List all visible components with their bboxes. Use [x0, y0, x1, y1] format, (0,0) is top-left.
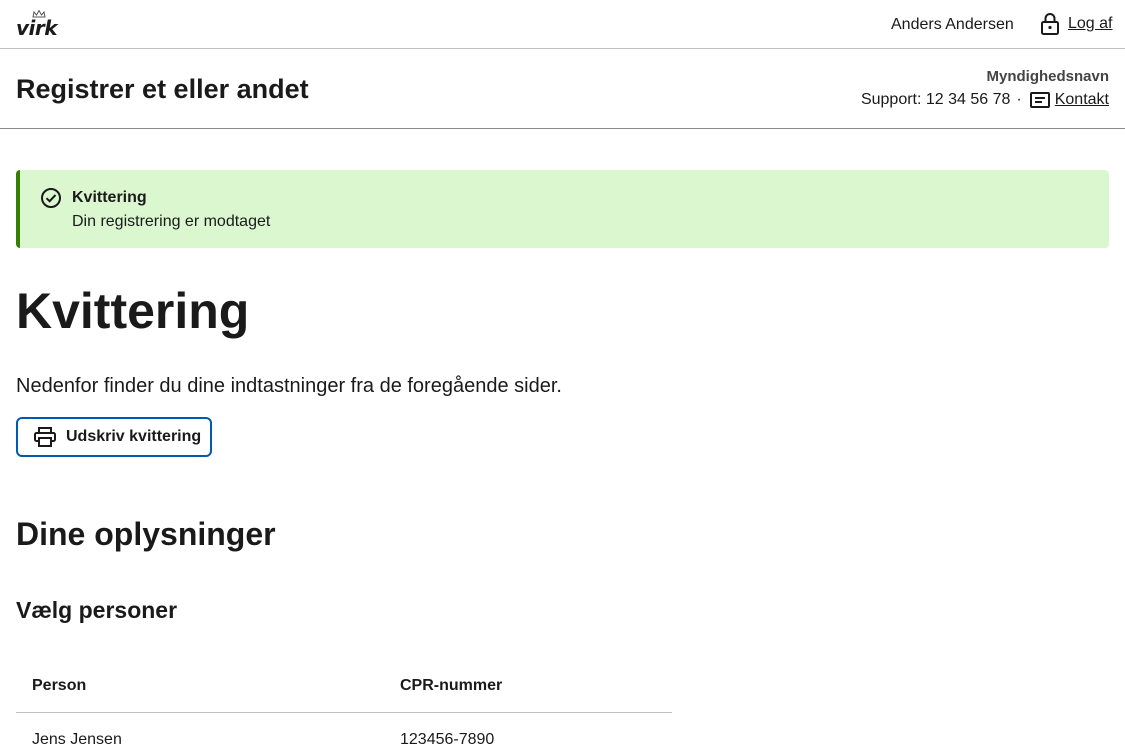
page-title: Kvittering: [16, 283, 250, 339]
support-separator: ·: [1016, 91, 1022, 108]
person-name-cell: Jens Jensen: [32, 731, 122, 745]
intro-text: Nedenfor finder du dine indtastninger fr…: [16, 375, 562, 397]
authority-name: Myndighedsnavn: [986, 68, 1109, 85]
printer-icon: [34, 427, 56, 447]
column-header-person: Person: [16, 660, 384, 713]
cpr-number-cell: 123456-7890: [400, 731, 495, 745]
check-circle-icon: [41, 188, 61, 208]
contact-icon: [1029, 92, 1050, 108]
contact-link[interactable]: Kontakt: [1055, 90, 1109, 110]
virk-logo[interactable]: virk: [16, 10, 58, 40]
logo-text: virk: [16, 16, 58, 40]
service-header: Registrer et eller andet Myndighedsnavn …: [0, 49, 1125, 129]
user-name: Anders Andersen: [891, 16, 1014, 33]
subsection-heading: Vælg personer: [16, 597, 178, 623]
support-info: Support: 12 34 56 78 · Kontakt: [861, 90, 1109, 110]
alert-title: Kvittering: [72, 189, 147, 206]
column-header-cpr: CPR-nummer: [384, 660, 672, 713]
logout-link[interactable]: Log af: [1040, 12, 1112, 36]
print-receipt-button[interactable]: Udskriv kvittering: [16, 417, 212, 457]
section-heading: Dine oplysninger: [16, 516, 276, 552]
persons-table: Person CPR-nummer Jens Jensen 123456-789…: [16, 660, 672, 745]
logout-label[interactable]: Log af: [1068, 15, 1112, 33]
top-header: virk Anders Andersen Log af: [0, 0, 1125, 49]
lock-icon: [1041, 13, 1059, 35]
print-button-label: Udskriv kvittering: [66, 428, 202, 445]
service-title: Registrer et eller andet: [16, 74, 309, 104]
table-row: Jens Jensen 123456-7890: [16, 712, 672, 745]
success-alert: Kvittering Din registrering er modtaget: [16, 170, 1109, 248]
alert-text: Din registrering er modtaget: [72, 213, 271, 230]
table-header-row: Person CPR-nummer: [16, 660, 672, 713]
support-phone: Support: 12 34 56 78: [860, 91, 1011, 108]
